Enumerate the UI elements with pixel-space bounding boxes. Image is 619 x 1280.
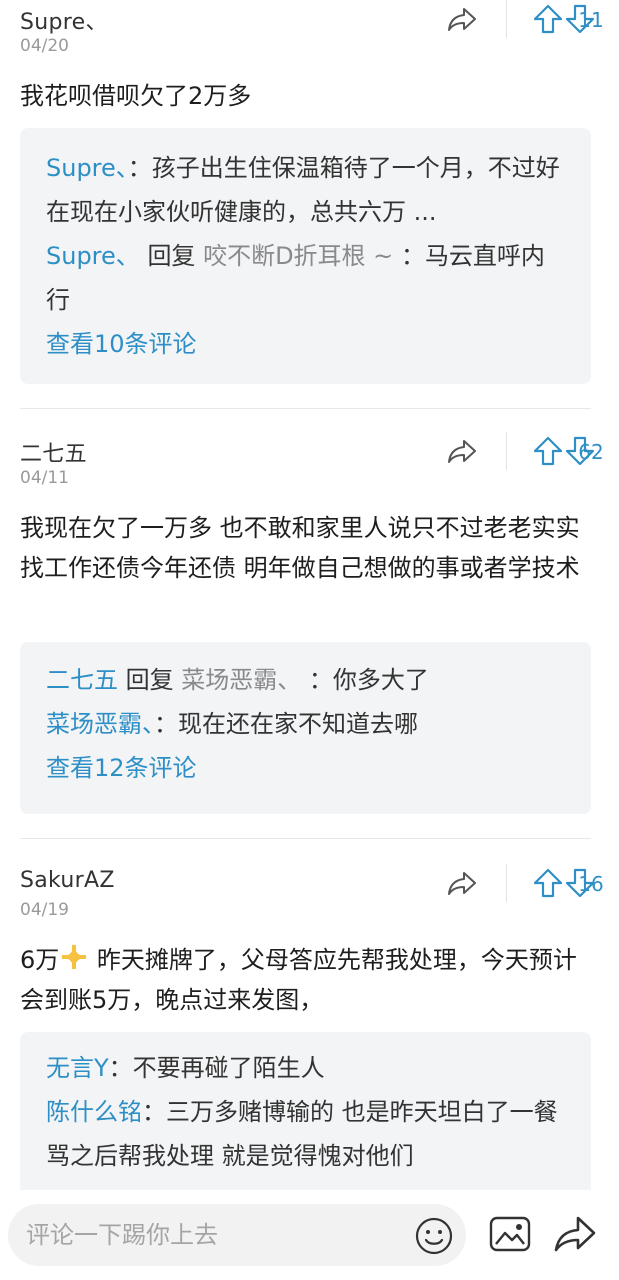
comment-item: 二七五 04/11 62 我现在欠了一万多 也不敢和家里人说只不过老老实实找工作… xyxy=(0,432,619,832)
comment-date: 04/11 xyxy=(20,468,69,488)
comment-actions: 16 xyxy=(359,864,619,904)
reply-box[interactable]: 二七五 回复 菜场恶霸、 ：你多大了 菜场恶霸、：现在还在家不知道去哪 查看12… xyxy=(20,642,591,814)
divider xyxy=(506,0,507,38)
share-icon[interactable] xyxy=(445,434,479,468)
reply-item[interactable]: 陈什么铭：三万多赌博输的 也是昨天坦白了一餐骂之后帮我处理 就是觉得愧对他们 xyxy=(20,1090,591,1178)
reply-separator: ： xyxy=(308,666,333,694)
reply-item[interactable]: 无言Y：不要再碰了陌生人 xyxy=(20,1046,591,1090)
share-icon[interactable] xyxy=(445,866,479,900)
reply-box[interactable]: 无言Y：不要再碰了陌生人 陈什么铭：三万多赌博输的 也是昨天坦白了一餐骂之后帮我… xyxy=(20,1032,591,1202)
downvote-arrow-icon[interactable] xyxy=(563,434,597,468)
comment-date: 04/20 xyxy=(20,36,69,56)
comment-author[interactable]: 二七五 xyxy=(20,436,87,468)
comment-item: Supre、 04/20 11 我花呗借呗欠了2万多 Supre、：孩子出生住保… xyxy=(0,0,619,400)
divider xyxy=(506,432,507,470)
reply-text: 不要再碰了陌生人 xyxy=(132,1054,325,1082)
view-more-replies-link[interactable]: 查看10条评论 xyxy=(20,322,591,366)
comment-text: 我现在欠了一万多 也不敢和家里人说只不过老老实实找工作还债今年还债 明年做自己想… xyxy=(20,514,580,582)
reply-target[interactable]: 菜场恶霸、 xyxy=(181,666,301,694)
reply-separator: ： xyxy=(142,1098,166,1126)
view-more-replies-link[interactable]: 查看12条评论 xyxy=(20,746,591,790)
comment-input[interactable] xyxy=(26,1204,406,1266)
comment-input-bar xyxy=(0,1190,619,1280)
reply-item[interactable]: 二七五 回复 菜场恶霸、 ：你多大了 xyxy=(20,658,591,702)
reply-separator: ： xyxy=(108,1054,133,1082)
upvote-arrow-icon[interactable] xyxy=(531,2,565,36)
comment-actions: 11 xyxy=(359,0,619,40)
comment-item: SakurAZ 04/19 16 6万 昨天摊牌了，父母答应先帮我处理，今天预计… xyxy=(0,864,619,1202)
reply-box[interactable]: Supre、：孩子出生住保温箱待了一个月，不过好在现在小家伙听健康的，总共六万 … xyxy=(20,128,591,384)
reply-author[interactable]: Supre、 xyxy=(46,154,128,182)
reply-author[interactable]: 二七五 xyxy=(46,666,118,694)
sparkle-plus-icon xyxy=(59,942,89,972)
comment-separator xyxy=(20,408,591,409)
comment-author[interactable]: SakurAZ xyxy=(20,868,115,893)
reply-target[interactable]: 咬不断D折耳根 ~ xyxy=(203,242,393,270)
reply-item[interactable]: Supre、 回复 咬不断D折耳根 ~ ：马云直呼内行 xyxy=(20,234,591,322)
comment-actions: 62 xyxy=(359,432,619,472)
comment-header: SakurAZ 04/19 16 xyxy=(20,864,619,924)
comment-header: Supre、 04/20 11 xyxy=(20,0,619,60)
comment-separator xyxy=(20,838,591,839)
image-icon[interactable] xyxy=(488,1214,532,1254)
downvote-arrow-icon[interactable] xyxy=(563,2,597,36)
share-icon[interactable] xyxy=(445,2,479,36)
reply-separator: ： xyxy=(127,154,152,182)
reply-separator: ： xyxy=(154,710,178,738)
comment-input-container[interactable] xyxy=(8,1204,466,1266)
upvote-arrow-icon[interactable] xyxy=(531,434,565,468)
comment-text-part: 6万 xyxy=(20,946,60,974)
reply-word: 回复 xyxy=(147,242,196,270)
share-bottom-icon[interactable] xyxy=(552,1212,598,1256)
reply-text: 你多大了 xyxy=(332,666,429,694)
downvote-arrow-icon[interactable] xyxy=(563,866,597,900)
reply-text: 现在还在家不知道去哪 xyxy=(178,710,418,738)
reply-author[interactable]: 无言Y xyxy=(46,1054,109,1082)
comment-text: 我花呗借呗欠了2万多 xyxy=(20,82,252,110)
reply-item[interactable]: 菜场恶霸、：现在还在家不知道去哪 xyxy=(20,702,591,746)
emoji-icon[interactable] xyxy=(414,1216,454,1256)
comment-author[interactable]: Supre、 xyxy=(20,4,108,36)
reply-word: 回复 xyxy=(125,666,174,694)
comment-header: 二七五 04/11 62 xyxy=(20,432,619,492)
reply-author[interactable]: Supre、 xyxy=(46,242,140,270)
upvote-arrow-icon[interactable] xyxy=(531,866,565,900)
reply-author[interactable]: 菜场恶霸、 xyxy=(46,710,154,738)
reply-separator: ： xyxy=(400,242,425,270)
reply-item[interactable]: Supre、：孩子出生住保温箱待了一个月，不过好在现在小家伙听健康的，总共六万 … xyxy=(20,146,591,234)
comment-date: 04/19 xyxy=(20,900,69,920)
comment-text: 6万 昨天摊牌了，父母答应先帮我处理，今天预计会到账5万，晚点过来发图， xyxy=(20,940,599,1020)
divider xyxy=(506,864,507,902)
comment-text-part: 昨天摊牌了，父母答应先帮我处理，今天预计会到账5万，晚点过来发图， xyxy=(20,946,577,1014)
reply-author[interactable]: 陈什么铭 xyxy=(46,1098,142,1126)
